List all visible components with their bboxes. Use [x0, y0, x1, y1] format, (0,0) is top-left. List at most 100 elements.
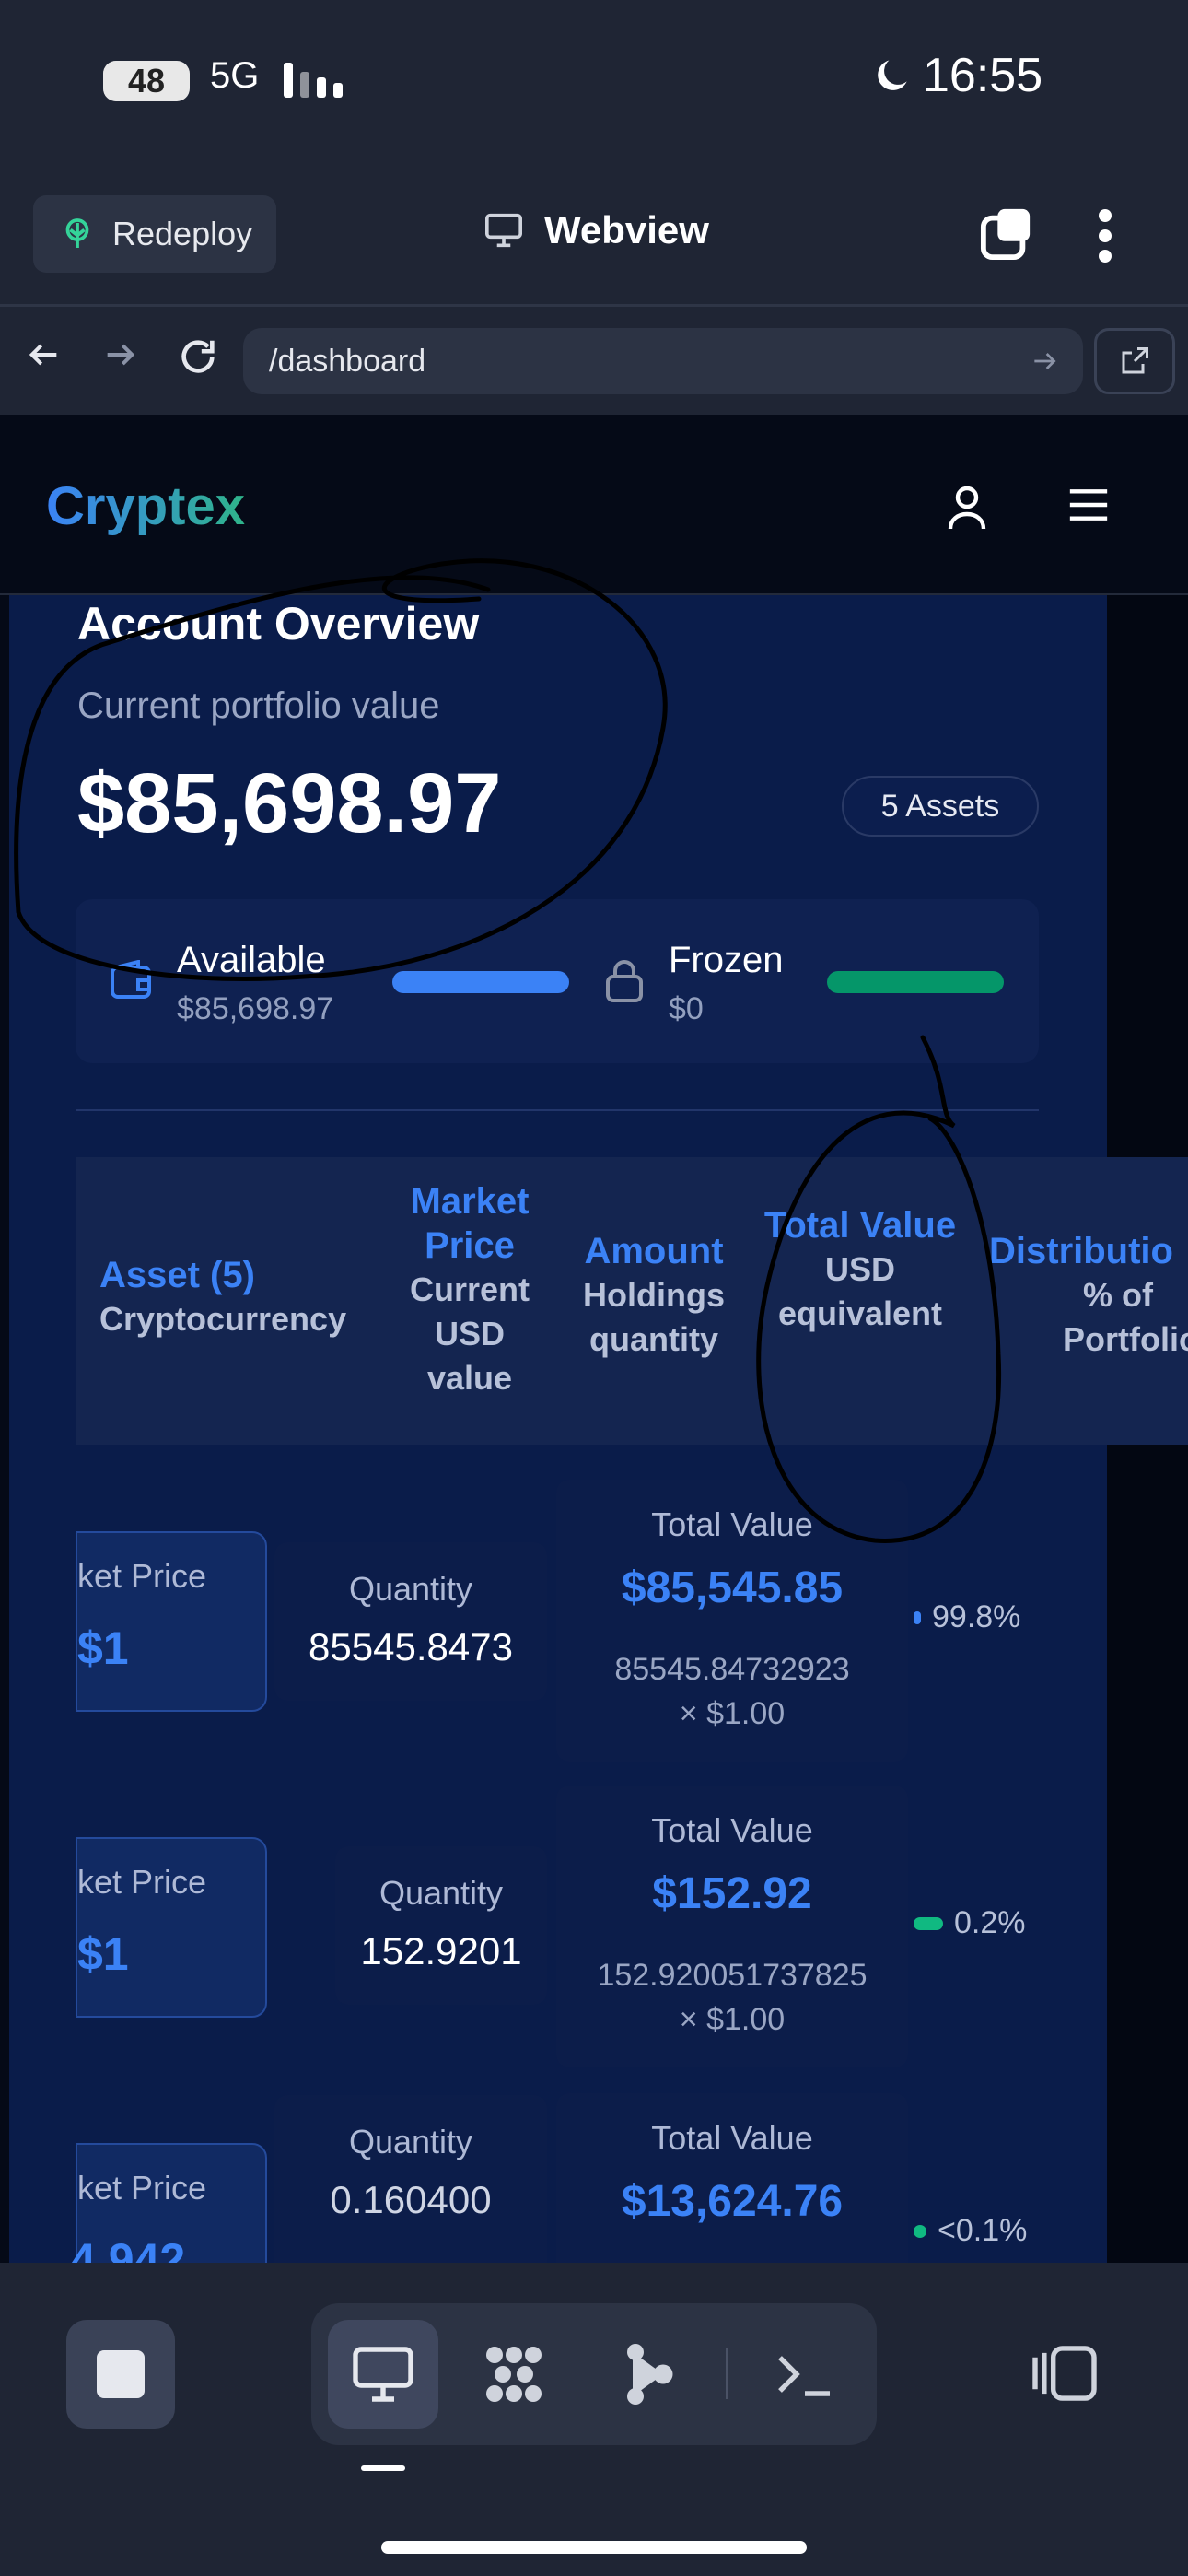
table-row-price[interactable]: ket Price $1 — [76, 1531, 267, 1712]
time-text: 16:55 — [923, 49, 1043, 102]
total-label: Total Value — [651, 2119, 813, 2157]
column-title: Total Value — [763, 1205, 957, 1246]
quantity-label: Quantity — [348, 1570, 473, 1608]
total-label: Total Value — [651, 1811, 813, 1849]
url-input[interactable]: /dashboard — [243, 328, 1083, 394]
table-row-total: Total Value $152.92 152.920051737825 × $1… — [556, 1786, 908, 2067]
section-divider — [76, 1109, 1039, 1111]
distribution-value: <0.1% — [938, 2213, 1028, 2248]
redeploy-button[interactable]: Redeploy — [33, 195, 276, 273]
column-title: Market Price — [410, 1181, 530, 1266]
moon-icon — [878, 60, 907, 90]
monitor-icon — [485, 213, 522, 248]
price-value: $1 — [77, 1622, 129, 1674]
distribution-value: 99.8% — [932, 1599, 1021, 1634]
reload-icon[interactable] — [177, 335, 219, 378]
column-title: Asset (5) — [99, 1255, 255, 1295]
frozen-progress-bar — [827, 971, 1004, 993]
distribution-cell: <0.1% — [914, 2213, 1027, 2249]
price-label: ket Price — [77, 2169, 207, 2207]
price-label: ket Price — [77, 1863, 207, 1901]
overview-subtitle: Current portfolio value — [77, 685, 440, 726]
price-label: ket Price — [77, 1557, 207, 1595]
table-row-quantity: Quantity 152.9201 — [335, 1846, 547, 2005]
brand-tree-icon — [65, 218, 89, 248]
toolbar-divider — [0, 304, 1188, 307]
side-panel-icon[interactable] — [1030, 2344, 1100, 2403]
network-label: 5G — [210, 55, 260, 96]
stop-icon — [97, 2350, 145, 2398]
column-header-amount[interactable]: Amount Holdings quantity — [571, 1229, 737, 1362]
column-header-market-price[interactable]: Market Price Current USD value — [396, 1179, 543, 1400]
column-subtitle: Cryptocurrency — [99, 1300, 347, 1338]
portfolio-total: $85,698.97 — [77, 756, 502, 850]
available-label: Available — [177, 940, 326, 980]
available-progress-bar — [392, 971, 569, 993]
battery-indicator: 48 — [103, 61, 190, 101]
distribution-cell: 0.2% — [914, 1905, 1026, 1941]
wallet-icon — [111, 960, 151, 999]
calc-rate: × $1.00 — [679, 1696, 786, 1731]
price-value: $1 — [77, 1928, 129, 1980]
tabs-icon[interactable] — [980, 207, 1033, 261]
calc-amount: 152.920051737825 — [597, 1958, 868, 1993]
webview-title-text: Webview — [544, 208, 709, 252]
frozen-label: Frozen — [669, 940, 784, 980]
available-value: $85,698.97 — [177, 991, 334, 1026]
view-switcher-divider — [726, 2348, 728, 2399]
frozen-value: $0 — [669, 991, 704, 1026]
column-title: Distributio — [989, 1231, 1173, 1271]
distribution-bar — [914, 1610, 921, 1624]
distribution-cell: 99.8% — [914, 1599, 1020, 1635]
total-value: $85,545.85 — [621, 1563, 844, 1612]
quantity-value: 85545.8473 — [309, 1625, 513, 1669]
active-tab-indicator — [361, 2465, 405, 2471]
quantity-label: Quantity — [379, 1874, 504, 1912]
table-row-price[interactable]: ket Price $1 — [76, 1837, 267, 2018]
distribution-bar — [914, 1916, 943, 1930]
table-row-total: Total Value $85,545.85 85545.84732923 × $… — [556, 1480, 908, 1762]
column-header-total-value[interactable]: Total Value USD equivalent — [761, 1203, 960, 1336]
hamburger-menu-icon[interactable] — [1068, 486, 1109, 523]
total-calculation: 152.920051737825 × $1.00 — [556, 1953, 908, 2042]
column-subtitle: Holdings quantity — [583, 1276, 725, 1358]
column-title: Amount — [584, 1231, 724, 1271]
total-label: Total Value — [651, 1505, 813, 1543]
go-arrow-icon[interactable] — [1030, 346, 1059, 376]
home-indicator[interactable] — [381, 2541, 807, 2554]
column-header-asset[interactable]: Asset (5) Cryptocurrency — [99, 1253, 346, 1341]
assets-count-badge: 5 Assets — [842, 776, 1039, 837]
grid-dots-icon[interactable] — [481, 2341, 547, 2407]
column-subtitle: Current USD value — [409, 1270, 530, 1397]
lock-icon — [606, 960, 643, 1002]
total-calculation: 85545.84732923 × $1.00 — [556, 1647, 908, 1736]
more-vertical-icon[interactable] — [1096, 208, 1114, 263]
redeploy-label: Redeploy — [112, 215, 253, 252]
table-row-quantity: Quantity 0.160400 — [274, 2095, 547, 2279]
back-arrow-icon[interactable] — [26, 336, 63, 373]
column-subtitle: % of Portfolio — [1063, 1276, 1188, 1358]
terminal-icon[interactable] — [772, 2341, 838, 2407]
open-external-button[interactable] — [1094, 328, 1175, 394]
app-logo[interactable]: Cryptex — [46, 475, 245, 537]
quantity-label: Quantity — [348, 2123, 473, 2160]
monitor-icon[interactable] — [350, 2341, 416, 2407]
quantity-value: 0.160400 — [330, 2178, 492, 2221]
total-value: $152.92 — [652, 1869, 812, 1918]
user-icon[interactable] — [945, 483, 989, 531]
overview-title: Account Overview — [77, 598, 480, 650]
calc-amount: 85545.84732923 — [614, 1652, 850, 1687]
table-row-quantity: Quantity 85545.8473 — [274, 1542, 547, 1701]
signal-icon — [284, 63, 343, 98]
share-nodes-icon[interactable] — [613, 2341, 680, 2407]
calc-rate: × $1.00 — [679, 2002, 786, 2037]
forward-arrow-icon[interactable] — [101, 336, 138, 373]
quantity-value: 152.9201 — [360, 1929, 522, 1973]
column-subtitle: USD equivalent — [777, 1250, 943, 1332]
total-value: $13,624.76 — [621, 2177, 844, 2226]
open-external-icon — [1122, 347, 1148, 374]
status-clock: 16:55 — [873, 48, 1042, 103]
stop-button[interactable] — [66, 2320, 175, 2429]
column-header-distribution[interactable]: Distributio % of Portfolio — [989, 1229, 1188, 1362]
url-text: /dashboard — [269, 343, 426, 379]
